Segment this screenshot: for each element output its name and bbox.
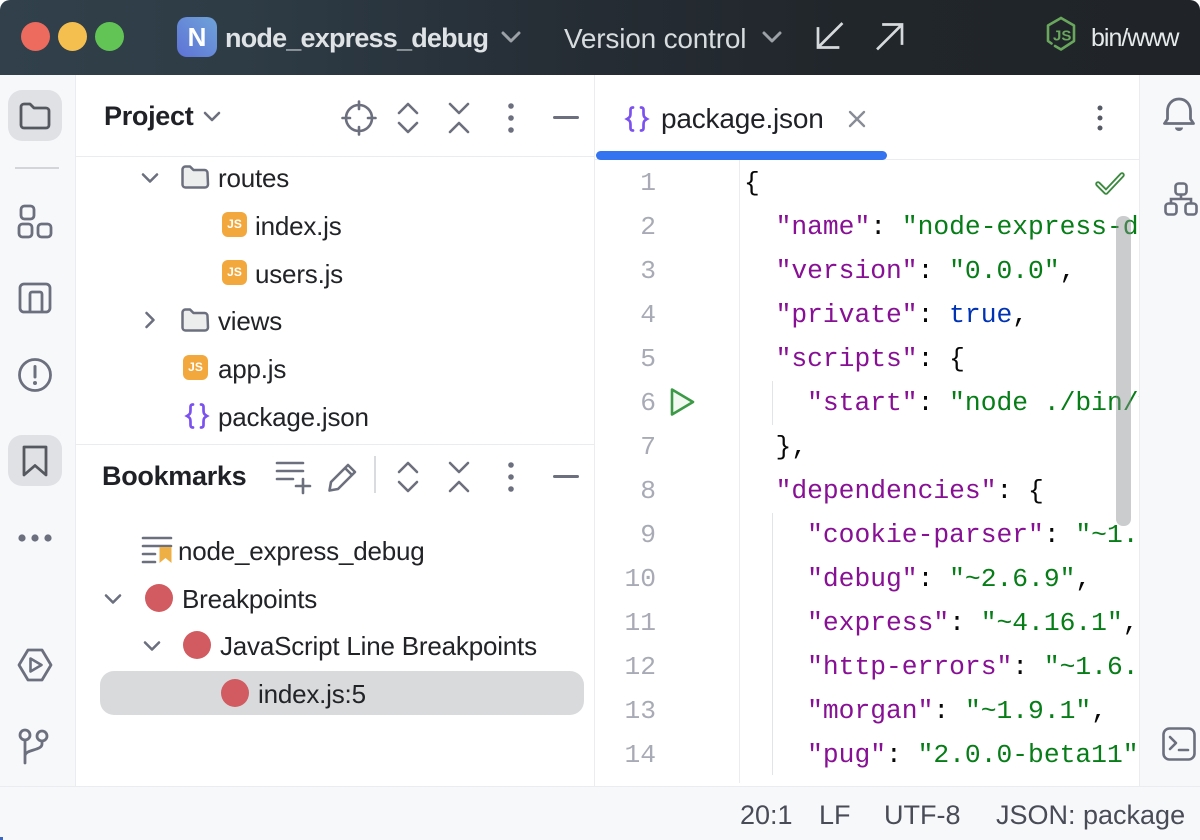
svg-text:JS: JS xyxy=(1053,28,1071,45)
